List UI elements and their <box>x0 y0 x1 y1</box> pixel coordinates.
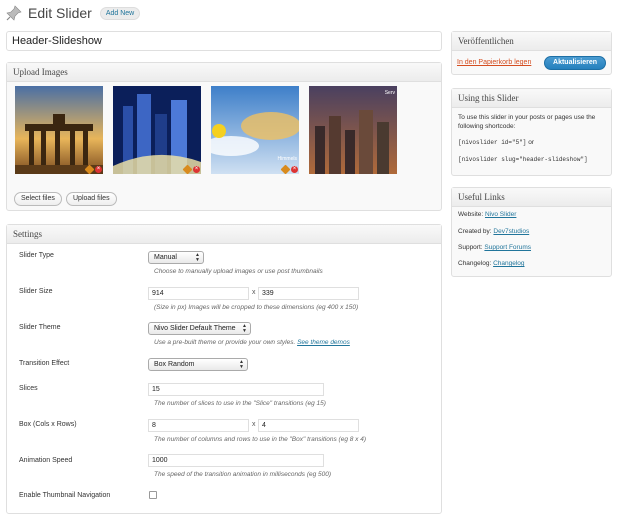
image-thumbnail[interactable]: Himmels × <box>211 86 299 174</box>
website-row: Website: Nivo Slider <box>458 211 517 218</box>
select-arrows-icon: ▲ ▼ <box>239 359 244 370</box>
slider-theme-desc: Use a pre-built theme or provide your ow… <box>154 339 350 346</box>
page-title: Edit Slider <box>28 5 92 21</box>
animation-speed-input[interactable]: 1000 <box>148 454 324 467</box>
thumbnail-nav-checkbox[interactable] <box>149 491 157 499</box>
city-skyline-image <box>309 86 397 174</box>
using-slider-heading: Using this Slider <box>452 89 611 108</box>
website-link[interactable]: Nivo Slider <box>485 211 516 218</box>
shortcode-slug-line: [nivoslider slug="header-slideshow"] <box>458 156 588 163</box>
select-files-button[interactable]: Select files <box>14 192 62 206</box>
image-thumbnail[interactable]: × <box>15 86 103 174</box>
slices-input[interactable]: 15 <box>148 383 324 396</box>
slider-size-desc: (Size in px) Images will be cropped to t… <box>154 304 359 311</box>
delete-icon[interactable]: × <box>193 166 200 173</box>
slider-theme-select[interactable]: Nivo Slider Default Theme ▲ ▼ <box>148 322 251 335</box>
animation-speed-label: Animation Speed <box>19 457 73 464</box>
changelog-row: Changelog: Changelog <box>458 260 525 267</box>
brandenburg-gate-image <box>15 86 103 174</box>
thumb-caption: Serv <box>384 90 395 96</box>
transition-effect-select[interactable]: Box Random ▲ ▼ <box>148 358 248 371</box>
slider-theme-label: Slider Theme <box>19 324 61 331</box>
upload-images-heading: Upload Images <box>7 63 441 82</box>
useful-links-heading: Useful Links <box>452 188 611 207</box>
edit-pencil-icon[interactable] <box>280 164 291 174</box>
city-night-image <box>113 86 201 174</box>
slider-title-input[interactable]: Header-Slideshow <box>6 31 442 51</box>
useful-links-panel: Useful Links Website: Nivo Slider Create… <box>451 187 612 277</box>
using-slider-text: To use this slider in your posts or page… <box>458 114 596 130</box>
theme-demos-link[interactable]: See theme demos <box>297 339 350 346</box>
support-row: Support: Support Forums <box>458 244 531 251</box>
slider-width-input[interactable]: 914 <box>148 287 249 300</box>
edit-pencil-icon[interactable] <box>84 164 95 174</box>
shortcode-slug: [nivoslider slug="header-slideshow"] <box>458 156 588 163</box>
slider-type-label: Slider Type <box>19 252 54 259</box>
thumb-caption: Himmels <box>277 156 297 162</box>
image-thumbnail[interactable]: Serv <box>309 86 397 174</box>
settings-heading: Settings <box>7 225 441 244</box>
box-x-separator: x <box>252 421 256 428</box>
slices-desc: The number of slices to use in the "Slic… <box>154 400 326 407</box>
image-thumbnail[interactable]: × <box>113 86 201 174</box>
created-by-link[interactable]: Dev7studios <box>493 228 529 235</box>
upload-files-button[interactable]: Upload files <box>66 192 117 206</box>
created-by-row: Created by: Dev7studios <box>458 228 530 235</box>
thumbnail-nav-label: Enable Thumbnail Navigation <box>19 492 111 499</box>
slider-size-label: Slider Size <box>19 288 53 295</box>
shortcode-id: [nivoslider id="5"] <box>458 139 527 146</box>
upload-images-panel: Upload Images × × Himmels × Serv Select … <box>6 62 442 211</box>
publish-heading: Veröffentlichen <box>452 32 611 51</box>
page-header: Edit Slider Add New <box>6 2 141 24</box>
slider-type-select[interactable]: Manual ▲ ▼ <box>148 251 204 264</box>
edit-pencil-icon[interactable] <box>182 164 193 174</box>
box-cols-rows-label: Box (Cols x Rows) <box>19 421 77 428</box>
slices-label: Slices <box>19 385 38 392</box>
transition-effect-label: Transition Effect <box>19 360 70 367</box>
shortcode-id-line: [nivoslider id="5"] or <box>458 139 534 146</box>
pushpin-icon <box>6 5 22 21</box>
using-slider-panel: Using this Slider To use this slider in … <box>451 88 612 176</box>
move-to-trash-link[interactable]: In den Papierkorb legen <box>457 59 531 66</box>
slider-type-desc: Choose to manually upload images or use … <box>154 268 323 275</box>
box-rows-input[interactable]: 4 <box>258 419 359 432</box>
add-new-button[interactable]: Add New <box>99 6 141 20</box>
box-cols-input[interactable]: 8 <box>148 419 249 432</box>
or-text: or <box>528 139 535 146</box>
select-arrows-icon: ▲ ▼ <box>195 252 200 263</box>
slider-height-input[interactable]: 339 <box>258 287 359 300</box>
size-x-separator: x <box>252 289 256 296</box>
animation-speed-desc: The speed of the transition animation in… <box>154 471 332 478</box>
support-link[interactable]: Support Forums <box>484 244 531 251</box>
update-button[interactable]: Aktualisieren <box>544 56 606 70</box>
delete-icon[interactable]: × <box>95 166 102 173</box>
select-arrows-icon: ▲ ▼ <box>242 323 247 334</box>
settings-panel: Settings Slider Type Manual ▲ ▼ Choose to… <box>6 224 442 514</box>
publish-panel: Veröffentlichen In den Papierkorb legen … <box>451 31 612 75</box>
changelog-link[interactable]: Changelog <box>493 260 524 267</box>
box-desc: The number of columns and rows to use in… <box>154 436 366 443</box>
delete-icon[interactable]: × <box>291 166 298 173</box>
